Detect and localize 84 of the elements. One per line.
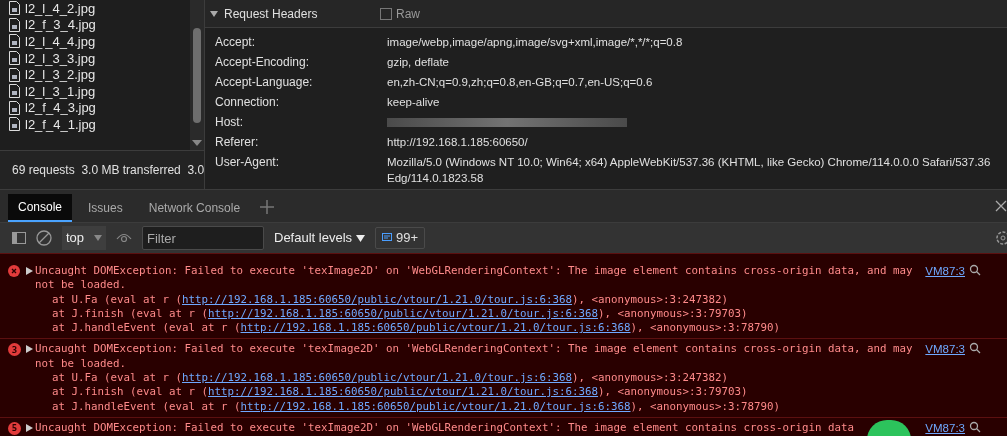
header-value: gzip, deflate bbox=[387, 55, 450, 70]
file-row[interactable]: l2_l_4_2.jpg bbox=[0, 0, 190, 17]
image-file-icon bbox=[9, 117, 20, 132]
file-row[interactable]: l2_l_3_1.jpg bbox=[0, 82, 190, 100]
error-message: Uncaught DOMException: Failed to execute 'texImage2D' on 'WebGLRenderingContext': The image element contains cross-origin data bbox=[35, 420, 855, 436]
search-icon[interactable] bbox=[969, 342, 981, 355]
source-link[interactable]: http://192.168.1.185:60650/public/vtour/1.21.0/tour.js:6:368 bbox=[182, 371, 573, 385]
file-name: l2_l_3_2.jpg bbox=[25, 68, 96, 82]
stack-frame: at U.Fa (eval at r (http://192.168.1.185:60650/public/vtour/1.21.0/tour.js:6:368), <anonymous>:3:247382) bbox=[26, 292, 916, 307]
header-name: Accept-Encoding: bbox=[215, 54, 311, 70]
expand-caret-icon[interactable] bbox=[26, 345, 33, 354]
source-location-link[interactable]: VM87:3 bbox=[925, 342, 965, 414]
close-icon[interactable] bbox=[995, 200, 1007, 212]
clear-icon[interactable] bbox=[36, 230, 52, 246]
file-row[interactable]: l2_f_4_1.jpg bbox=[0, 116, 190, 133]
header-name: User-Agent: bbox=[215, 154, 281, 170]
header-value: image/webp,image/apng,image/svg+xml,image/*,*/*;q=0.8 bbox=[387, 35, 684, 50]
panel-tab[interactable]: Console bbox=[8, 194, 73, 222]
header-name: Connection: bbox=[215, 94, 281, 110]
file-name: l2_l_4_4.jpg bbox=[25, 35, 96, 48]
stack-frame: at U.Fa (eval at r (http://192.168.1.185:60650/public/vtour/1.21.0/tour.js:6:368), <anonymous>:3:247382) bbox=[26, 371, 916, 386]
levels-dropdown[interactable]: Default levels bbox=[274, 228, 366, 248]
source-link[interactable]: http://192.168.1.185:60650/public/vtour/1.21.0/tour.js:6:368 bbox=[208, 306, 599, 320]
settings-icon[interactable] bbox=[993, 230, 1007, 246]
network-summary: 69 requests 3.0 MB transferred 3.0 bbox=[12, 162, 205, 179]
caret-icon bbox=[210, 9, 218, 18]
request-headers-toggle[interactable]: Request Headers bbox=[205, 4, 380, 23]
file-row[interactable]: l2_l_3_2.jpg bbox=[0, 66, 190, 83]
file-name: l2_f_4_3.jpg bbox=[25, 101, 96, 115]
header-name: Accept-Language: bbox=[215, 74, 314, 90]
caret-icon bbox=[356, 234, 366, 242]
source-link[interactable]: http://192.168.1.185:60650/public/vtour/1.21.0/tour.js:6:368 bbox=[240, 321, 631, 335]
error-message: Uncaught DOMException: Failed to execute 'texImage2D' on 'WebGLRenderingContext': The image element contains cross-origin data, and may not be loaded. bbox=[35, 264, 914, 293]
repeat-count: 3 bbox=[8, 343, 21, 357]
file-name: l2_f_3_4.jpg bbox=[25, 18, 96, 32]
source-link[interactable]: http://192.168.1.185:60650/public/vtour/1.21.0/tour.js:6:368 bbox=[182, 292, 573, 306]
expand-caret-icon[interactable] bbox=[26, 267, 33, 275]
source-link[interactable]: http://192.168.1.185:60650/public/vtour/1.21.0/tour.js:6:368 bbox=[240, 399, 631, 413]
filter-input[interactable]: Filter bbox=[142, 226, 264, 250]
image-file-icon bbox=[9, 34, 20, 49]
expand-caret-icon[interactable] bbox=[26, 423, 33, 432]
header-name: Accept: bbox=[215, 34, 257, 50]
message-icon bbox=[382, 233, 393, 243]
caret-icon bbox=[94, 235, 102, 241]
image-file-icon bbox=[9, 51, 20, 66]
scrollbar[interactable] bbox=[190, 0, 204, 150]
raw-checkbox[interactable]: Raw bbox=[380, 4, 420, 23]
header-name: Host: bbox=[215, 114, 244, 130]
stack-frame: at J.finish (eval at r (http://192.168.1.185:60650/public/vtour/1.21.0/tour.js:6:368), <anonymous>:3:79703) bbox=[26, 306, 916, 322]
eye-icon[interactable] bbox=[116, 232, 132, 244]
search-icon[interactable] bbox=[969, 420, 981, 433]
sidebar-icon[interactable] bbox=[12, 232, 26, 244]
error-message: Uncaught DOMException: Failed to execute 'texImage2D' on 'WebGLRenderingContext': The image element contains cross-origin data, and may not be loaded. bbox=[35, 342, 914, 372]
scroll-down-icon[interactable] bbox=[192, 140, 202, 146]
file-name: l2_l_3_3.jpg bbox=[25, 51, 96, 65]
header-value: keep-alive bbox=[387, 95, 441, 110]
file-row[interactable]: l2_l_4_4.jpg bbox=[0, 33, 190, 50]
stack-frame: at J.finish (eval at r (http://192.168.1.185:60650/public/vtour/1.21.0/tour.js:6:368), <anonymous>:3:79703) bbox=[26, 385, 916, 400]
image-file-icon bbox=[9, 100, 20, 115]
file-name: l2_l_4_2.jpg bbox=[25, 1, 96, 15]
file-name: l2_l_3_1.jpg bbox=[25, 84, 96, 98]
file-row[interactable]: l2_l_3_3.jpg bbox=[0, 49, 190, 67]
source-link[interactable]: http://192.168.1.185:60650/public/vtour/1.21.0/tour.js:6:368 bbox=[208, 385, 599, 399]
stack-frame: at J.handleEvent (eval at r (http://192.168.1.185:60650/public/vtour/1.21.0/tour.js:6:368), <anonymous>:3:78790) bbox=[26, 321, 916, 336]
image-file-icon bbox=[9, 17, 20, 32]
context-select[interactable]: top bbox=[62, 226, 106, 250]
repeat-count: 5 bbox=[8, 421, 21, 435]
file-row[interactable]: l2_f_4_3.jpg bbox=[0, 99, 190, 117]
image-file-icon bbox=[9, 67, 20, 82]
panel-tab[interactable]: Issues bbox=[78, 194, 133, 222]
header-name: Referer: bbox=[215, 134, 260, 150]
panel-tab[interactable]: Network Console bbox=[138, 194, 251, 222]
file-row[interactable]: l2_f_3_4.jpg bbox=[0, 16, 190, 34]
source-location-link[interactable]: VM87:3 bbox=[925, 264, 965, 336]
search-icon[interactable] bbox=[969, 264, 981, 276]
messages-counter[interactable]: 99+ bbox=[375, 227, 426, 249]
header-value: Mozilla/5.0 (Windows NT 10.0; Win64; x64) AppleWebKit/537.36 (KHTML, like Gecko) Chrome/114.0.0.0 Safari/537.36 Edg/114.0.1823.58 bbox=[387, 155, 992, 186]
header-value: en,zh-CN;q=0.9,zh;q=0.8,en-GB;q=0.7,en-US;q=0.6 bbox=[387, 75, 654, 90]
image-file-icon bbox=[9, 84, 20, 99]
error-icon bbox=[8, 265, 20, 277]
source-location-link[interactable]: VM87:3 bbox=[925, 420, 965, 436]
file-name: l2_f_4_1.jpg bbox=[25, 117, 96, 131]
header-value: http://192.168.1.185:60650/ bbox=[387, 135, 529, 150]
stack-frame: at J.handleEvent (eval at r (http://192.168.1.185:60650/public/vtour/1.21.0/tour.js:6:368), <anonymous>:3:78790) bbox=[26, 399, 916, 414]
